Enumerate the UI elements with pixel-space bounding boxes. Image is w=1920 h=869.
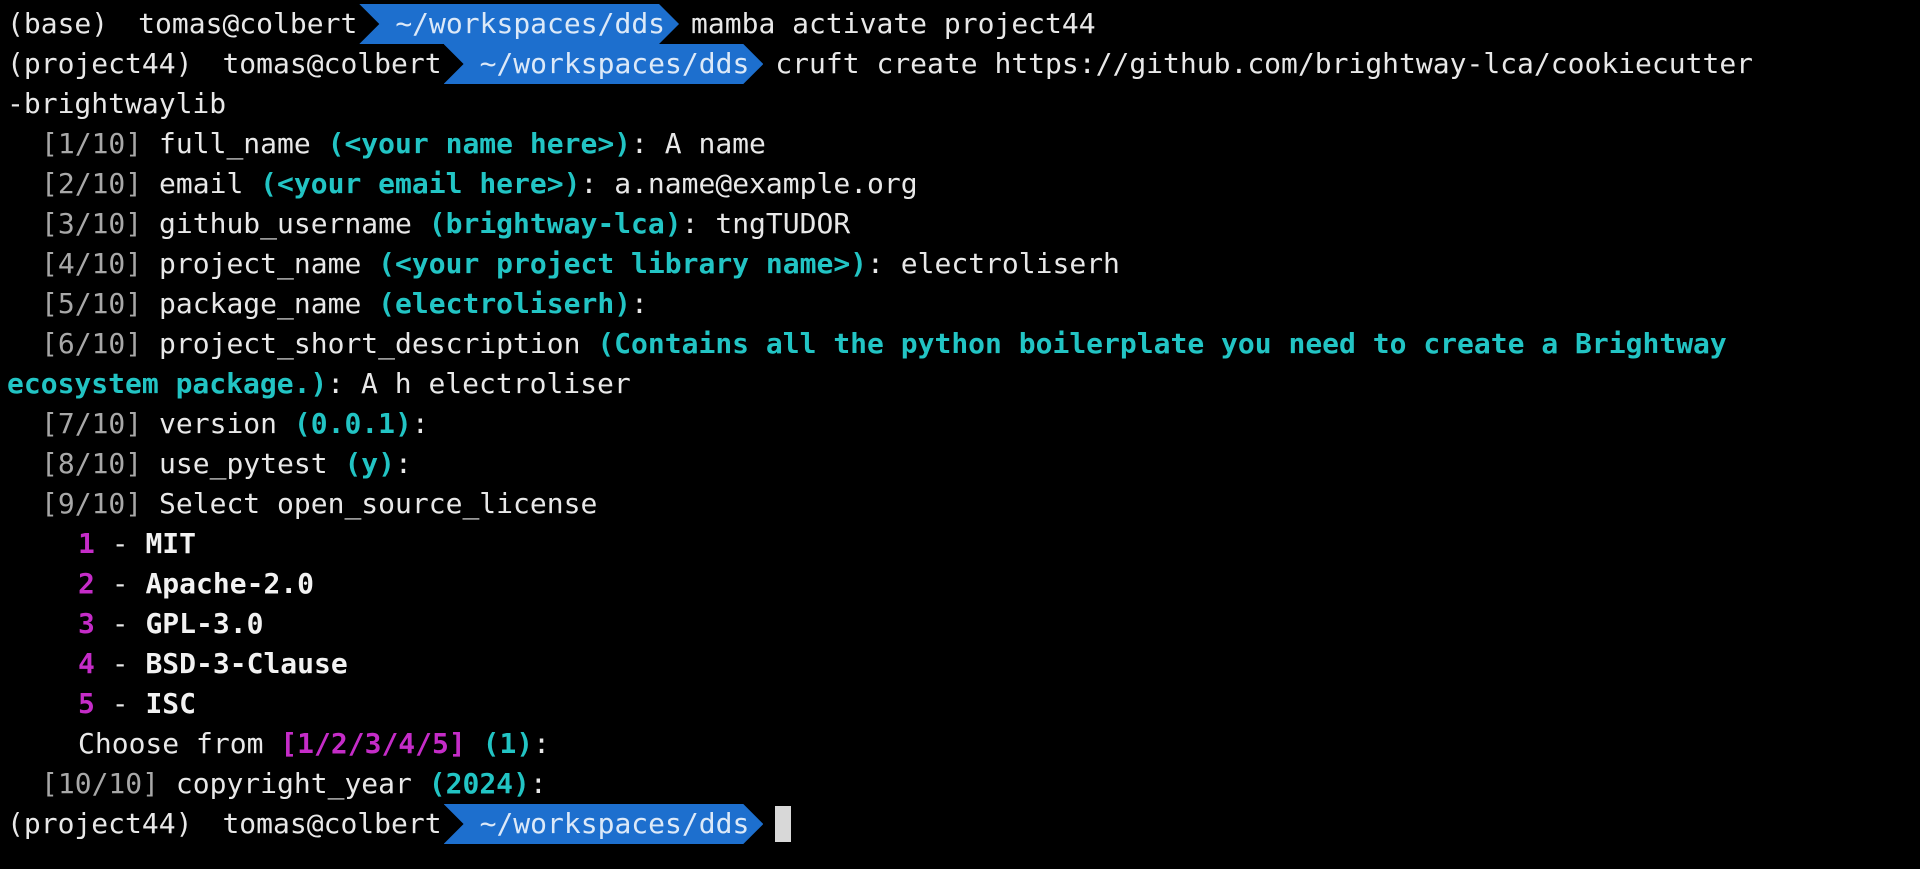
prompt-line-2: (project44) tomas@colbert ~/workspaces/dds… (7, 44, 1913, 84)
question-full-name: [1/10] full_name (<your name here>): A n… (41, 127, 766, 160)
answer-text: A h electroliser (361, 367, 631, 400)
default-value: (<your name here>) (327, 127, 632, 160)
step-counter: [2/10] (41, 167, 143, 200)
question-name: package_name (159, 287, 362, 320)
license-number: 4 (78, 647, 95, 680)
question-name: email (159, 167, 244, 200)
license-option: 5 - ISC (78, 687, 197, 720)
step-counter: [1/10] (41, 127, 143, 160)
question-description-wrap: ecosystem package.): A h electroliser (7, 367, 631, 400)
text-cursor[interactable] (775, 806, 792, 842)
question-use-pytest: [8/10] use_pytest (y): (41, 447, 412, 480)
step-counter: [9/10] (41, 487, 143, 520)
env-name: (base) (7, 7, 109, 40)
license-number: 2 (78, 567, 95, 600)
user-host: tomas@colbert (222, 47, 442, 80)
question-open-source-license: [9/10] Select open_source_license (7, 484, 1913, 524)
question-name: version (159, 407, 278, 440)
license-label: MIT (145, 527, 197, 560)
answer-text: a.name@example.org (614, 167, 918, 200)
license-number: 5 (78, 687, 95, 720)
step-counter: [5/10] (41, 287, 143, 320)
step-counter: [10/10] (41, 767, 160, 800)
user-host: tomas@colbert (138, 7, 358, 40)
terminal-window[interactable]: (base) tomas@colbert ~/workspaces/dds mamba… (7, 4, 1913, 844)
command-wrap: -brightwaylib (7, 87, 227, 120)
path-segment: ~/workspaces/dds (444, 44, 764, 84)
license-option: 1 - MIT (78, 527, 197, 560)
question-name: full_name (159, 127, 311, 160)
default-value: ecosystem package.) (7, 367, 328, 400)
answer-text: electroliserh (900, 247, 1120, 280)
license-number: 3 (78, 607, 95, 640)
command-text: cruft create https://github.com/brightwa… (775, 47, 1754, 80)
license-option: 3 - GPL-3.0 (78, 607, 264, 640)
step-counter: [8/10] (41, 447, 143, 480)
default-value: (<your project library name>) (378, 247, 868, 280)
command-text: mamba activate project44 (691, 7, 1096, 40)
question-copyright-year: [10/10] copyright_year (2024): (41, 767, 547, 800)
choose-label: Choose from (78, 727, 264, 760)
question-name: github_username (159, 207, 412, 240)
step-counter: [7/10] (41, 407, 143, 440)
question-name: project_short_description (159, 327, 581, 360)
license-option: 2 - Apache-2.0 (78, 567, 315, 600)
question-version: [7/10] version (0.0.1): (41, 407, 429, 440)
question-email: [2/10] email (<your email here>): a.name… (41, 167, 918, 200)
license-number: 1 (78, 527, 95, 560)
prompt-line-3: (project44) tomas@colbert ~/workspaces/dds (7, 804, 1913, 844)
path-segment: ~/workspaces/dds (359, 4, 679, 44)
default-value: (2024) (428, 767, 530, 800)
step-counter: [3/10] (41, 207, 143, 240)
question-name: copyright_year (175, 767, 412, 800)
step-counter: [4/10] (41, 247, 143, 280)
default-value: (<your email here>) (260, 167, 581, 200)
default-value: (electroliserh) (378, 287, 632, 320)
default-value: (Contains all the python boilerplate you… (597, 327, 1727, 360)
path-segment: ~/workspaces/dds (444, 804, 764, 844)
license-label: GPL-3.0 (145, 607, 264, 640)
license-label: BSD-3-Clause (145, 647, 348, 680)
env-name: (project44) (7, 807, 193, 840)
prompt-line-1: (base) tomas@colbert ~/workspaces/dds mamba… (7, 4, 1913, 44)
answer-text: tngTUDOR (715, 207, 851, 240)
choose-prompt: Choose from [1/2/3/4/5] (1): (78, 727, 551, 760)
question-name: Select open_source_license (159, 487, 598, 520)
question-project-short-description: [6/10] project_short_description (Contai… (7, 324, 1913, 364)
choice-range: [1/2/3/4/5] (280, 727, 466, 760)
license-label: ISC (145, 687, 197, 720)
default-value: (0.0.1) (293, 407, 412, 440)
question-github-username: [3/10] github_username (brightway-lca): … (41, 207, 851, 240)
license-label: Apache-2.0 (145, 567, 315, 600)
answer-text: A name (664, 127, 766, 160)
env-name: (project44) (7, 47, 193, 80)
default-value: (1) (482, 727, 534, 760)
question-project-name: [4/10] project_name (<your project libra… (41, 247, 1120, 280)
question-package-name: [5/10] package_name (electroliserh): (41, 287, 648, 320)
question-name: project_name (159, 247, 362, 280)
default-value: (y) (344, 447, 396, 480)
license-option: 4 - BSD-3-Clause (78, 647, 348, 680)
question-name: use_pytest (159, 447, 328, 480)
step-counter: [6/10] (41, 327, 143, 360)
default-value: (brightway-lca) (428, 207, 682, 240)
user-host: tomas@colbert (222, 807, 442, 840)
